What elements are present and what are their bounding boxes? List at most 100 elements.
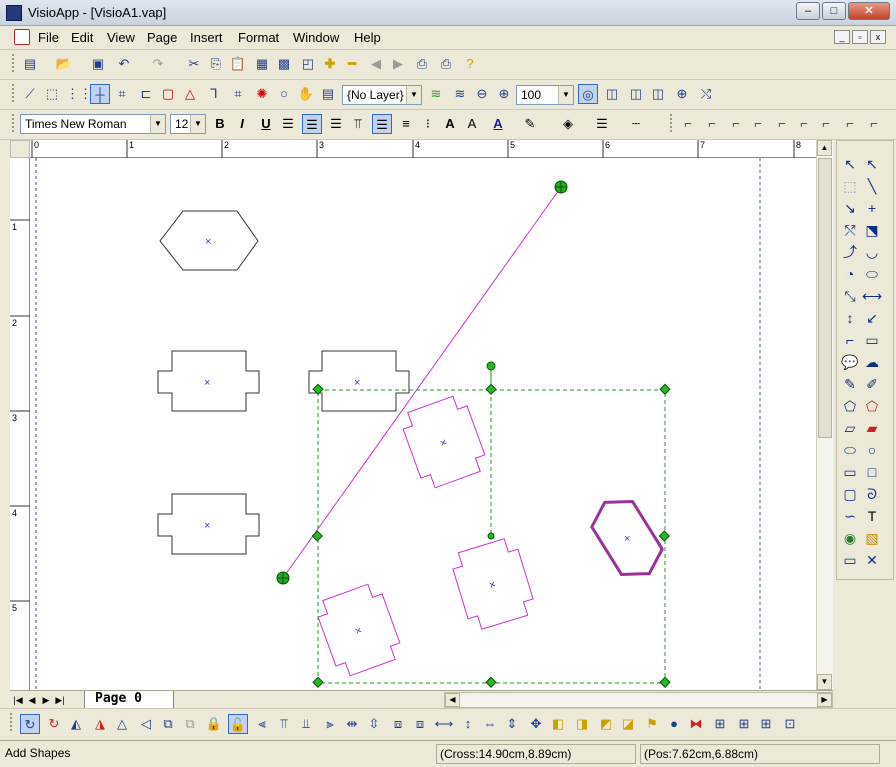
zoom-fit-icon[interactable]: ◎ [578,84,598,104]
cross-shape[interactable]: × [308,350,410,412]
frame-icon[interactable]: ▢ [158,84,178,104]
combine-icon[interactable]: ⊞ [710,714,730,734]
center-horizontal-icon[interactable]: ⇹ [342,714,362,734]
move-icon[interactable]: ✥ [526,714,546,734]
scroll-right-icon[interactable]: ▶ [817,693,832,707]
cut-icon[interactable]: ✂ [184,54,204,74]
align-right-icon[interactable]: ☰ [326,114,346,134]
center-vertical-icon[interactable]: ⇳ [364,714,384,734]
layers-icon[interactable]: ≋ [426,84,446,104]
undo-icon[interactable]: ↶ [114,54,134,74]
text-frame-icon[interactable]: Ꞁ [204,84,224,104]
mdi-restore-button[interactable]: ▫ [852,30,868,44]
rotate-icon[interactable]: ↻ [20,714,40,734]
vertical-scrollbar[interactable]: ▲ ▼ [816,140,833,690]
rotated-hexagon-shape[interactable]: × [584,490,669,587]
properties-icon[interactable]: ◰ [298,54,318,74]
plus-icon[interactable]: ✚ [320,54,340,74]
zoom-selection-icon[interactable]: ⊕ [672,84,692,104]
open-icon[interactable]: 📂 [54,54,74,74]
font-grow-icon[interactable]: A [440,114,460,134]
new-icon[interactable]: ▤ [20,54,40,74]
close-icon[interactable]: ✕ [861,549,883,571]
connector-icon[interactable]: ⌐ [678,114,698,134]
flip-vertical-icon[interactable]: ◮ [90,714,110,734]
align-right-icon[interactable]: ⫸ [320,714,340,734]
split-icon[interactable]: ⧓ [686,714,706,734]
union-icon[interactable]: ⊞ [734,714,754,734]
vertical-dimension-icon[interactable]: ↕ [839,307,861,329]
distribute-icon[interactable]: ⇕ [502,714,522,734]
text-tool-icon[interactable]: T [861,505,883,527]
cross-shape[interactable]: × [157,493,260,555]
minus-icon[interactable]: ━ [342,54,362,74]
align-icon[interactable]: ⊏ [136,84,156,104]
speech-bubble-icon[interactable]: 💬 [839,351,861,373]
lock-icon[interactable]: 🔒 [204,714,224,734]
square-icon[interactable]: □ [861,461,883,483]
align-bottom-icon[interactable]: ⫫ [296,714,316,734]
ellipse-tool-icon[interactable]: ⬭ [861,263,883,285]
scroll-thumb[interactable] [818,158,832,438]
help-icon[interactable]: ? [460,54,480,74]
pointer-icon[interactable]: ↖ [839,153,861,175]
line-endpoint-handle[interactable] [276,571,290,585]
menu-help[interactable]: Help [354,30,381,45]
layer-select[interactable]: {No Layer} ▼ [342,85,422,105]
cross-shape[interactable]: × [157,350,260,412]
align-middle-icon[interactable]: ☰ [372,114,392,134]
fill-color-icon[interactable]: ◈ [558,114,578,134]
image-icon[interactable]: ▧ [861,527,883,549]
group-icon[interactable]: ⧉ [158,714,178,734]
space-vertical-icon[interactable]: ⧈ [410,714,430,734]
menu-insert[interactable]: Insert [190,30,223,45]
double-arrow-icon[interactable]: ⤡ [839,285,861,307]
pencil-icon[interactable]: ✐ [861,373,883,395]
cloud-callout-icon[interactable]: ☁ [861,351,883,373]
first-page-icon[interactable]: |◀ [12,693,24,707]
horizontal-scrollbar[interactable]: ◀ ▶ [444,692,833,708]
align-top-icon[interactable]: ⫪ [274,714,294,734]
menu-file[interactable]: File [38,30,59,45]
gear-icon[interactable]: ✺ [252,84,272,104]
dimension-icon[interactable]: ⟷ [861,285,883,307]
space-horizontal-icon[interactable]: ⧈ [388,714,408,734]
line-weight-icon[interactable]: ☰ [592,114,612,134]
save-icon[interactable]: ▣ [88,54,108,74]
align-left-icon[interactable]: ☰ [278,114,298,134]
redo-icon[interactable]: ↷ [148,54,168,74]
connector-icon[interactable]: ⌐ [794,114,814,134]
search-icon[interactable]: ○ [274,84,294,104]
menu-window[interactable]: Window [293,30,339,45]
format-painter-icon[interactable]: ▦ [252,54,272,74]
scroll-up-icon[interactable]: ▲ [817,140,832,156]
flag-icon[interactable]: ⚑ [642,714,662,734]
line-pattern-icon[interactable]: ┄ [626,114,646,134]
menu-view[interactable]: View [107,30,135,45]
line-endpoint-handle[interactable] [554,180,568,194]
hexagon-shape[interactable]: × [159,210,259,271]
triangle-icon[interactable]: △ [180,84,200,104]
window-shape-icon[interactable]: ▭ [839,549,861,571]
align-center-icon[interactable]: ☰ [302,114,322,134]
paste-icon[interactable]: 📋 [228,54,248,74]
curve-icon[interactable]: ◡ [861,241,883,263]
rotated-cross-shape[interactable]: × [449,536,537,632]
back-icon[interactable]: ◀ [366,54,386,74]
align-left-icon[interactable]: ⫷ [252,714,272,734]
last-page-icon[interactable]: ▶| [54,693,66,707]
connector-icon[interactable]: ⌐ [772,114,792,134]
rotate-left-icon[interactable]: ◁ [136,714,156,734]
layers-manage-icon[interactable]: ≋ [450,84,470,104]
font-select[interactable]: Times New Roman ▼ [20,114,166,134]
maximize-button[interactable]: □ [822,2,846,20]
rotated-cross-shape[interactable]: × [313,581,404,679]
bring-forward-icon[interactable]: ◩ [596,714,616,734]
freeform-icon[interactable]: ⬔ [861,219,883,241]
crop-icon[interactable]: ⌗ [228,84,248,104]
rotate-free-icon[interactable]: ↻ [44,714,64,734]
close-button[interactable]: ✕ [848,2,890,20]
menu-format[interactable]: Format [238,30,279,45]
page-tab[interactable]: Page 0 [84,691,174,709]
same-size-icon[interactable]: ⇔ [480,714,500,734]
